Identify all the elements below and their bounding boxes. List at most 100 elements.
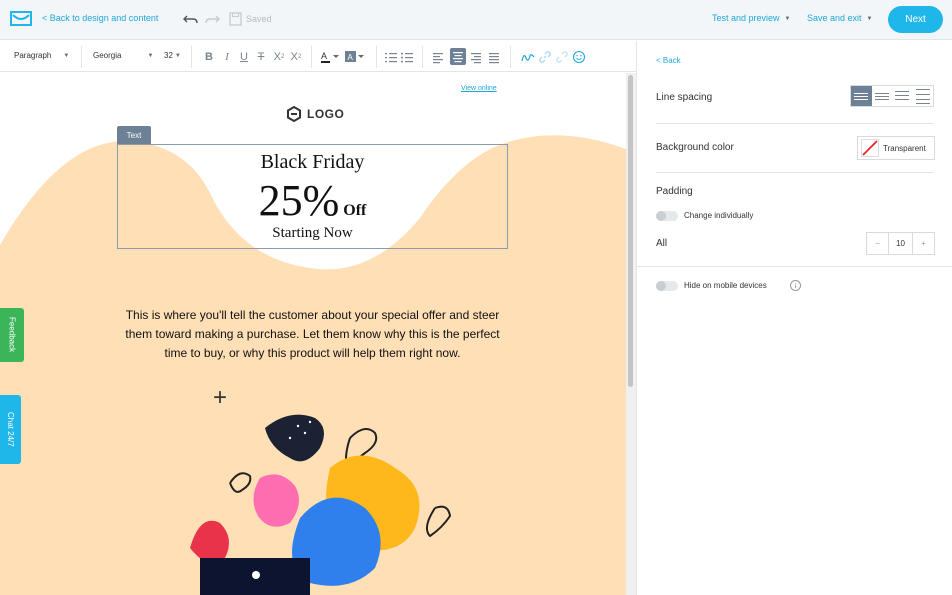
unlink-icon[interactable] bbox=[555, 50, 569, 64]
align-center-icon[interactable] bbox=[450, 48, 466, 65]
info-icon[interactable]: i bbox=[790, 280, 801, 291]
italic-icon[interactable]: I bbox=[220, 50, 234, 64]
emoji-icon[interactable] bbox=[572, 50, 586, 64]
save-and-exit-label: Save and exit bbox=[807, 13, 862, 23]
toggle-knob bbox=[656, 281, 666, 291]
line-spacing-option-1[interactable] bbox=[851, 86, 872, 106]
hero-off: Off bbox=[343, 202, 367, 219]
line-spacing-option-4[interactable] bbox=[913, 86, 934, 106]
background-color-value: Transparent bbox=[883, 143, 926, 153]
body-paragraph[interactable]: This is where you'll tell the customer a… bbox=[118, 306, 507, 363]
panel-divider bbox=[656, 172, 934, 173]
background-color-label: Background color bbox=[656, 142, 734, 153]
toolbar-divider bbox=[376, 46, 377, 68]
line-spacing-selector bbox=[850, 85, 934, 107]
logo-hexagon-icon bbox=[287, 106, 301, 122]
signature-icon[interactable] bbox=[521, 50, 535, 64]
font-family-value: Georgia bbox=[93, 51, 122, 60]
text-color-icon[interactable]: A bbox=[320, 50, 342, 64]
feedback-tab[interactable]: Feedback bbox=[0, 308, 24, 362]
align-right-icon[interactable] bbox=[469, 50, 483, 64]
panel-back-link[interactable]: < Back bbox=[656, 56, 681, 65]
hide-on-mobile-toggle[interactable] bbox=[656, 281, 678, 291]
highlight-color-icon[interactable]: A bbox=[345, 50, 367, 64]
bold-icon[interactable]: B bbox=[202, 50, 216, 64]
top-bar: < Back to design and content Saved Test … bbox=[0, 0, 952, 40]
svg-text:A: A bbox=[348, 53, 354, 62]
ordered-list-icon[interactable] bbox=[384, 50, 398, 64]
line-spacing-label: Line spacing bbox=[656, 92, 713, 103]
chevron-down-icon: ▼ bbox=[784, 15, 791, 22]
line-spacing-option-2[interactable] bbox=[872, 86, 893, 106]
save-disk-icon bbox=[229, 12, 242, 26]
email-canvas[interactable]: View online LOGO Text Black Friday 25% O… bbox=[0, 73, 626, 595]
padding-label: Padding bbox=[656, 186, 693, 197]
align-left-icon[interactable] bbox=[431, 50, 445, 64]
padding-increment-button[interactable]: + bbox=[913, 233, 934, 254]
block-settings-panel: < Back Line spacing Background color Tra… bbox=[636, 41, 952, 595]
transparent-swatch-icon bbox=[861, 139, 879, 157]
chevron-down-icon: ▼ bbox=[147, 52, 154, 59]
toolbar-divider bbox=[81, 46, 82, 68]
toolbar-divider bbox=[510, 46, 511, 68]
block-format-value: Paragraph bbox=[14, 51, 52, 60]
padding-decrement-button[interactable]: − bbox=[867, 233, 888, 254]
next-button[interactable]: Next bbox=[888, 6, 943, 33]
superscript-icon[interactable]: X2 bbox=[289, 50, 303, 64]
background-color-picker[interactable]: Transparent bbox=[857, 136, 935, 160]
undo-icon[interactable] bbox=[183, 11, 199, 27]
underline-icon[interactable]: U bbox=[237, 50, 251, 64]
change-individually-toggle[interactable] bbox=[656, 211, 678, 221]
panel-divider bbox=[656, 123, 934, 124]
line-spacing-tight-icon bbox=[854, 93, 869, 100]
chevron-down-icon: ▼ bbox=[174, 52, 181, 59]
svg-text:A: A bbox=[321, 51, 327, 61]
padding-all-stepper: − 10 + bbox=[866, 232, 935, 255]
toolbar-divider bbox=[311, 46, 312, 68]
selected-text-block[interactable]: Black Friday 25% Off Starting Now bbox=[117, 144, 508, 249]
block-format-select[interactable]: Paragraph ▼ bbox=[14, 51, 69, 60]
toolbar-divider bbox=[422, 46, 423, 68]
line-spacing-option-3[interactable] bbox=[892, 86, 913, 106]
app-logo-icon[interactable] bbox=[10, 10, 32, 27]
chat-tab[interactable]: Chat 24/7 bbox=[0, 395, 21, 464]
back-to-design-link[interactable]: < Back to design and content bbox=[42, 13, 158, 23]
change-individually-label: Change individually bbox=[684, 211, 754, 220]
line-spacing-normal-icon bbox=[874, 93, 889, 100]
test-and-preview-menu[interactable]: Test and preview ▼ bbox=[712, 13, 791, 23]
subscript-icon[interactable]: X2 bbox=[272, 50, 286, 64]
hero-subtitle: Starting Now bbox=[272, 225, 353, 241]
toolbar-divider bbox=[191, 46, 192, 68]
chevron-down-icon: ▼ bbox=[63, 52, 70, 59]
saved-status: Saved bbox=[246, 14, 272, 24]
test-and-preview-label: Test and preview bbox=[712, 13, 780, 23]
hero-discount: 25% Off bbox=[118, 175, 507, 226]
chevron-down-icon: ▼ bbox=[866, 15, 873, 22]
link-icon[interactable] bbox=[538, 50, 552, 64]
font-size-select[interactable]: 32 ▼ bbox=[164, 51, 181, 60]
panel-divider bbox=[637, 266, 952, 267]
hero-illustration[interactable] bbox=[180, 408, 480, 595]
brand-logo[interactable]: LOGO bbox=[286, 106, 344, 122]
canvas-scrollbar-thumb[interactable] bbox=[628, 75, 633, 387]
logo-text: LOGO bbox=[307, 107, 345, 121]
toggle-knob bbox=[656, 211, 666, 221]
line-spacing-wide-icon bbox=[915, 89, 930, 104]
padding-all-input[interactable]: 10 bbox=[888, 233, 913, 254]
bullet-list-icon[interactable] bbox=[400, 50, 414, 64]
redo-icon[interactable] bbox=[204, 11, 220, 27]
strikethrough-icon[interactable]: T bbox=[254, 50, 268, 64]
hide-on-mobile-label: Hide on mobile devices bbox=[684, 281, 767, 290]
save-and-exit-menu[interactable]: Save and exit ▼ bbox=[807, 13, 873, 23]
hero-title: Black Friday bbox=[260, 151, 365, 173]
font-size-value: 32 bbox=[164, 51, 173, 60]
align-justify-icon[interactable] bbox=[487, 50, 501, 64]
block-type-tag: Text bbox=[117, 126, 151, 144]
line-spacing-loose-icon bbox=[895, 91, 910, 100]
font-family-select[interactable]: Georgia ▼ bbox=[93, 51, 153, 60]
plus-decoration: + bbox=[213, 384, 228, 411]
view-online-link[interactable]: View online bbox=[461, 85, 497, 92]
padding-all-label: All bbox=[656, 238, 668, 249]
hero-percent: 25% bbox=[258, 176, 340, 225]
canvas-scrollbar[interactable] bbox=[626, 73, 636, 595]
